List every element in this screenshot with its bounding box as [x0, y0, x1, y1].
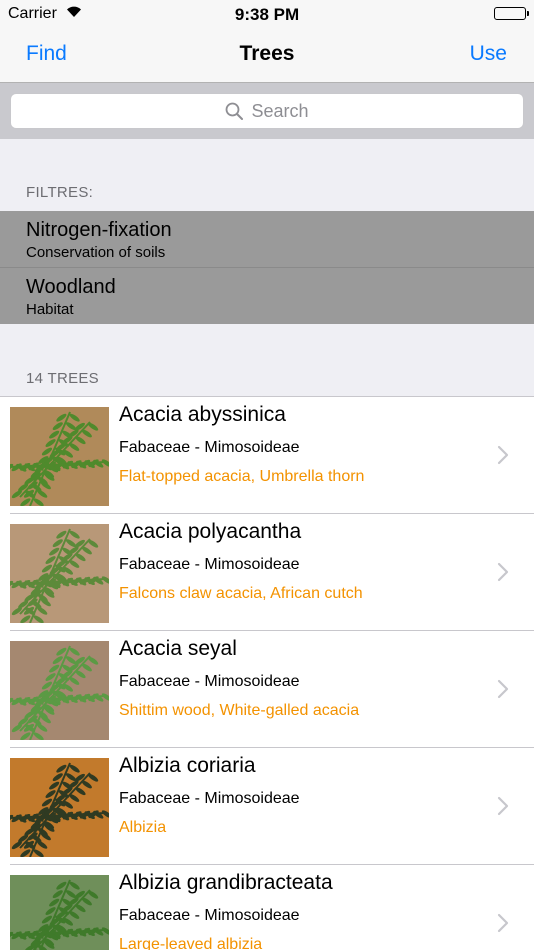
- tree-photo: [10, 758, 109, 857]
- page-title: Trees: [239, 42, 295, 65]
- search-bar: Search: [0, 83, 534, 139]
- tree-thumbnail: [10, 875, 109, 950]
- tree-family: Fabaceae - Mimosoideae: [119, 556, 300, 573]
- trees-count-header: 14 TREES: [26, 370, 99, 387]
- filter-title: Woodland: [26, 276, 116, 298]
- tree-common-names: Shittim wood, White-galled acacia: [119, 702, 360, 719]
- chevron-right-icon: [497, 913, 509, 938]
- tree-family: Fabaceae - Mimosoideae: [119, 673, 300, 690]
- tree-common-names: Large-leaved albizia: [119, 936, 263, 950]
- filter-subtitle: Habitat: [26, 301, 74, 318]
- filter-subtitle: Conservation of soils: [26, 244, 166, 261]
- tree-name: Albizia grandibracteata: [119, 871, 333, 894]
- tree-row[interactable]: Acacia seyal Fabaceae - Mimosoideae Shit…: [0, 631, 534, 748]
- search-icon: [226, 102, 244, 120]
- tree-name: Albizia coriaria: [119, 754, 256, 777]
- tree-family: Fabaceae - Mimosoideae: [119, 907, 300, 924]
- tree-photo: [10, 875, 109, 950]
- tree-common-names: Albizia: [119, 819, 167, 836]
- status-time: 9:38 PM: [234, 5, 300, 24]
- search-input[interactable]: Search: [10, 93, 524, 129]
- tree-photo: [10, 407, 109, 506]
- tree-name: Acacia polyacantha: [119, 520, 302, 543]
- filter-item[interactable]: Woodland Habitat: [0, 267, 534, 323]
- chevron-right-icon: [497, 679, 509, 704]
- tree-thumbnail: [10, 407, 109, 506]
- tree-photo: [10, 524, 109, 623]
- chevron-right-icon: [497, 796, 509, 821]
- search-placeholder-wrap: Search: [11, 101, 523, 122]
- tree-family: Fabaceae - Mimosoideae: [119, 790, 300, 807]
- filter-item[interactable]: Nitrogen-fixation Conservation of soils: [0, 211, 534, 267]
- tree-family: Fabaceae - Mimosoideae: [119, 439, 300, 456]
- tree-row[interactable]: Acacia polyacantha Fabaceae - Mimosoidea…: [0, 514, 534, 631]
- tree-name: Acacia seyal: [119, 637, 237, 660]
- tree-photo: [10, 641, 109, 740]
- filters-list: Nitrogen-fixation Conservation of soils …: [0, 211, 534, 324]
- use-button[interactable]: Use: [470, 42, 507, 66]
- tree-common-names: Falcons claw acacia, African cutch: [119, 585, 363, 602]
- tree-common-names: Flat-topped acacia, Umbrella thorn: [119, 468, 365, 485]
- chevron-right-icon: [497, 562, 509, 587]
- tree-row[interactable]: Acacia abyssinica Fabaceae - Mimosoideae…: [0, 397, 534, 514]
- filter-title: Nitrogen-fixation: [26, 219, 172, 241]
- tree-list: Acacia abyssinica Fabaceae - Mimosoideae…: [0, 396, 534, 950]
- filters-header: FILTRES:: [26, 184, 94, 201]
- tree-row[interactable]: Albizia coriaria Fabaceae - Mimosoideae …: [0, 748, 534, 865]
- tree-thumbnail: [10, 641, 109, 740]
- tree-thumbnail: [10, 758, 109, 857]
- tree-name: Acacia abyssinica: [119, 403, 286, 426]
- chevron-right-icon: [497, 445, 509, 470]
- tree-thumbnail: [10, 524, 109, 623]
- navigation-bar: Find Trees Use: [0, 28, 534, 83]
- search-placeholder: Search: [251, 101, 309, 121]
- battery-icon: [494, 7, 529, 20]
- tree-row[interactable]: Albizia grandibracteata Fabaceae - Mimos…: [0, 865, 534, 950]
- status-bar: Carrier 9:38 PM: [0, 0, 534, 28]
